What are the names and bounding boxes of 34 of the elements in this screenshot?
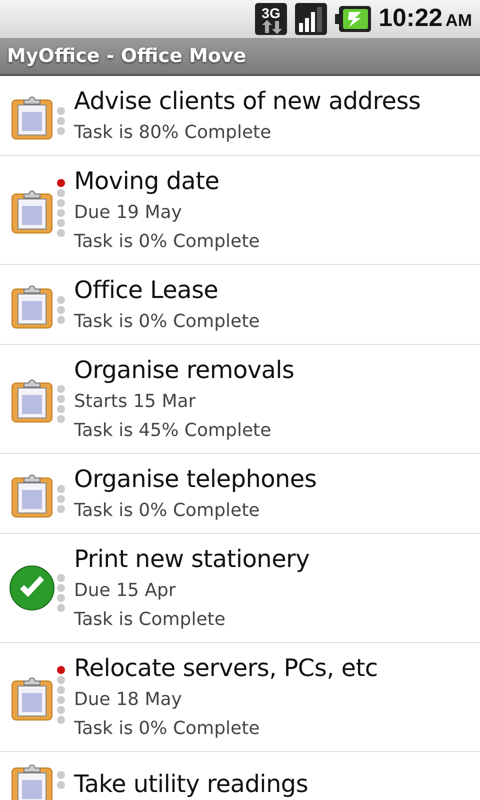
task-title: Take utility readings <box>74 769 308 800</box>
task-detail: Task is 0% Complete <box>74 230 260 254</box>
task-title: Print new stationery <box>74 544 310 575</box>
task-detail: Task is 0% Complete <box>74 499 261 523</box>
task-detail: Due 18 May <box>74 688 183 712</box>
task-detail: Task is 45% Complete <box>74 419 272 443</box>
task-detail: Task is 0% Complete <box>74 717 261 741</box>
task-row[interactable]: Print new stationery Due 15 Apr Task is Complete <box>0 534 480 643</box>
task-title: Relocate servers, PCs, etc <box>74 653 378 684</box>
task-row[interactable]: Organise telephones Task is 0% Complete <box>0 454 480 534</box>
task-row[interactable]: Take utility readings <box>0 752 480 800</box>
task-title: Office Lease <box>74 275 220 306</box>
task-row[interactable]: Office Lease Task is 0% Complete <box>0 265 480 345</box>
task-row[interactable]: Moving date Due 19 May Task is 0% Complete <box>0 156 480 265</box>
task-detail: Due 19 May <box>74 201 183 225</box>
signal-icon <box>294 3 327 35</box>
clock-period: AM <box>446 10 472 32</box>
battery-charging-icon <box>334 6 371 32</box>
app-title: MyOffice - Office Move <box>7 44 246 69</box>
task-detail: Task is 80% Complete <box>74 121 272 145</box>
task-row[interactable]: Relocate servers, PCs, etc Due 18 May Task is 0% Complete <box>0 643 480 752</box>
task-title: Organise telephones <box>74 464 317 495</box>
task-row[interactable]: Advise clients of new address Task is 80% Complete <box>0 76 480 156</box>
task-detail: Starts 15 Mar <box>74 390 197 414</box>
task-title: Organise removals <box>74 355 294 386</box>
task-detail: Due 15 Apr <box>74 579 177 603</box>
task-row[interactable]: Organise removals Starts 15 Mar Task is 45% Complete <box>0 345 480 454</box>
task-detail: Task is 0% Complete <box>74 310 260 334</box>
task-title: Moving date <box>74 166 220 197</box>
network-icon: 3G <box>254 3 287 35</box>
task-detail: Task is Complete <box>74 608 226 632</box>
clock-time: 10:22 <box>378 3 443 34</box>
checkmark-icon <box>9 565 55 611</box>
task-title: Advise clients of new address <box>74 86 421 117</box>
